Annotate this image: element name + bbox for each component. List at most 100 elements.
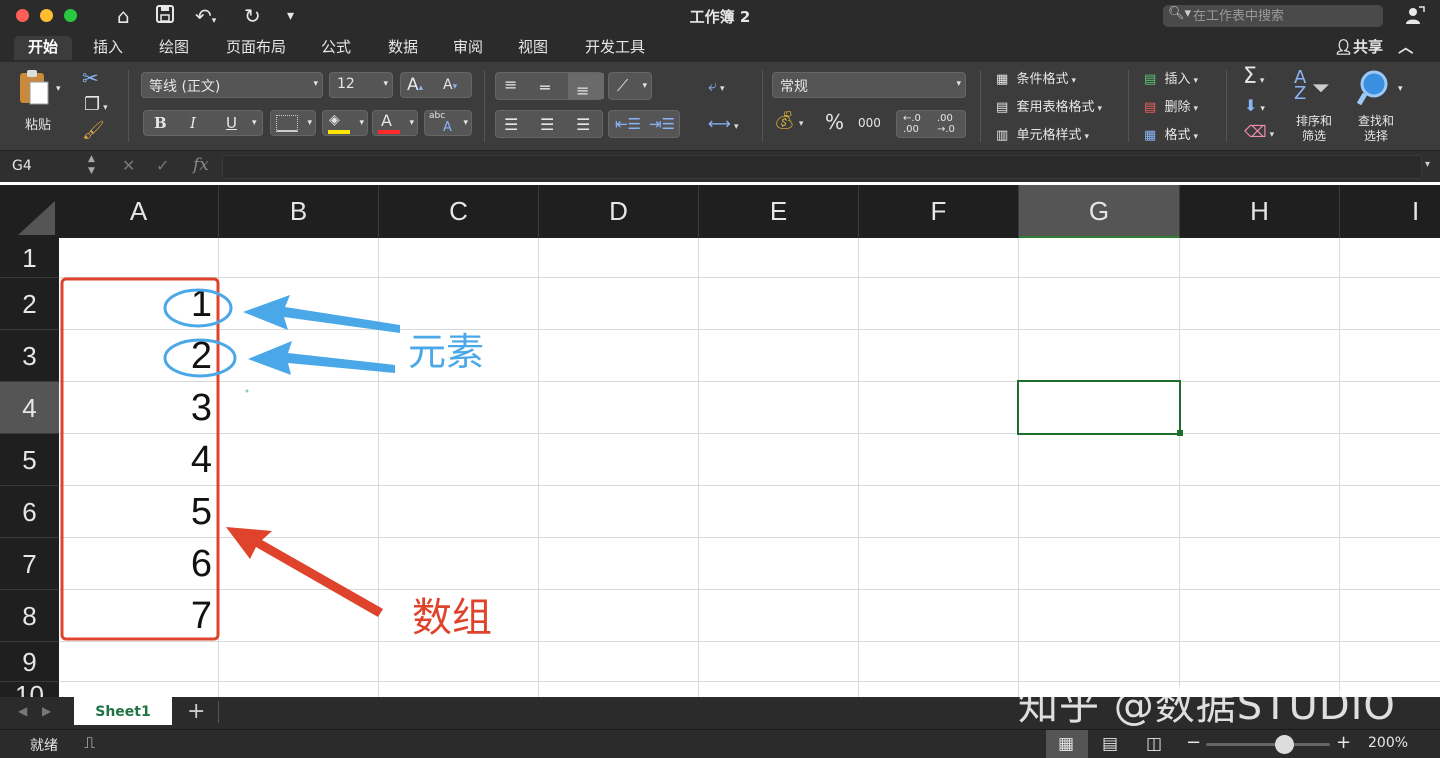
vertical-align-group: ≡ ═ ≡ (495, 72, 604, 100)
autosum-icon[interactable]: Σ ▾ (1243, 64, 1264, 89)
font-color-button[interactable]: A ▾ (372, 110, 418, 136)
merge-center-icon[interactable]: ⟷ ▾ (708, 114, 738, 133)
bold-button[interactable]: B (154, 114, 167, 132)
align-center-icon[interactable]: ☰ (540, 115, 554, 134)
find-select-button[interactable] (1356, 68, 1398, 112)
align-left-icon[interactable]: ☰ (504, 115, 518, 134)
phonetic-button[interactable]: abc A ▾ (424, 110, 472, 136)
tab-home[interactable]: 开始 (14, 36, 72, 60)
paste-dropdown-icon[interactable]: ▾ (56, 84, 61, 94)
zoom-in-button[interactable]: + (1336, 732, 1351, 753)
cut-icon[interactable]: ✂ (82, 66, 99, 90)
ribbon-tab-bar: 开始 插入 绘图 页面布局 公式 数据 审阅 视图 开发工具 👤︎共享 ︿ (0, 32, 1440, 62)
zoom-out-button[interactable]: − (1186, 732, 1201, 753)
formula-input[interactable] (222, 155, 1422, 179)
font-name-select[interactable]: 等线 (正文) ▾ (141, 72, 323, 98)
formula-bar: G4 ▲ ▼ ✕ ✓ fx ▾ (0, 150, 1440, 182)
align-right-icon[interactable]: ☰ (576, 115, 590, 134)
add-sheet-button[interactable]: + (187, 699, 205, 724)
insert-cells-button[interactable]: ▤ 插入 ▾ (1144, 68, 1198, 87)
ribbon-separator (980, 70, 981, 142)
format-cells-button[interactable]: ▦ 格式 ▾ (1144, 124, 1198, 143)
italic-button[interactable]: I (190, 114, 196, 132)
spreadsheet-grid[interactable]: A B C D E F G H I 1 2 3 4 5 6 7 8 9 10 1… (0, 185, 1440, 697)
tab-review[interactable]: 审阅 (442, 36, 494, 60)
increase-indent-icon[interactable]: ⇥☰ (649, 115, 675, 133)
fill-color-button[interactable]: ◈ ▾ (322, 110, 368, 136)
tab-view[interactable]: 视图 (507, 36, 559, 60)
normal-view-button[interactable]: ▦ (1046, 730, 1088, 758)
ribbon-separator (1128, 70, 1129, 142)
prev-sheet-icon[interactable]: ◀ (18, 704, 27, 718)
account-icon[interactable] (1404, 5, 1426, 34)
comma-style-button[interactable]: 000 (858, 116, 881, 130)
font-size-buttons: A▴ A▾ (400, 72, 472, 98)
wrap-text-icon[interactable]: ⤶ ▾ (708, 76, 725, 96)
sheet-tab-sheet1[interactable]: Sheet1 (74, 697, 172, 725)
accounting-format-icon[interactable]: 💰︎ ▾ (773, 110, 803, 131)
page-break-view-icon[interactable]: ◫ (1146, 734, 1162, 754)
collapse-ribbon-icon[interactable]: ︿ (1398, 38, 1413, 56)
copy-icon[interactable]: ❐ ▾ (84, 94, 108, 115)
sort-filter-icon: AZ (1294, 67, 1307, 104)
cancel-icon[interactable]: ✕ (122, 156, 135, 175)
fill-down-icon[interactable]: ⬇ ▾ (1244, 96, 1265, 115)
decrease-decimal-icon[interactable]: .00 →.0 (937, 113, 955, 135)
orientation-icon: ⟋ (617, 76, 629, 95)
decrease-indent-icon[interactable]: ⇤☰ (615, 115, 641, 133)
increase-font-size-icon[interactable]: A▴ (407, 75, 423, 95)
zoom-level[interactable]: 200% (1368, 735, 1408, 751)
insert-function-button[interactable]: fx (193, 155, 209, 175)
percent-style-button[interactable]: % (825, 110, 844, 134)
name-box-stepper-icon[interactable]: ▲ ▼ (88, 153, 95, 177)
align-bottom-icon: ≡ (576, 81, 590, 100)
zoom-slider[interactable] (1206, 743, 1330, 746)
add-person-icon: 👤︎ (1334, 38, 1354, 56)
accessibility-icon[interactable]: ⎍ (84, 733, 95, 753)
sheet-search-input[interactable] (1193, 7, 1378, 25)
enter-check-icon[interactable]: ✓ (156, 156, 169, 175)
tab-data[interactable]: 数据 (377, 36, 429, 60)
table-format-icon: ▤ (996, 100, 1009, 115)
orientation-button[interactable]: ⟋ ▾ (608, 72, 652, 100)
align-middle-icon[interactable]: ═ (540, 78, 550, 97)
clear-eraser-icon[interactable]: ⌫ ▾ (1244, 122, 1274, 141)
sheet-search-box[interactable]: 🔍︎▾ (1163, 5, 1383, 27)
expand-formula-bar-icon[interactable]: ▾ (1425, 159, 1430, 170)
zoom-slider-thumb[interactable] (1275, 735, 1294, 754)
sheet-bar-divider (218, 701, 219, 723)
font-size-select[interactable]: 12 ▾ (329, 72, 393, 98)
title-bar: ⌂ ↶▾ ↻ ▾ 工作簿 2 🔍︎▾ (0, 0, 1440, 32)
search-icon: 🔍︎▾ (1168, 6, 1192, 21)
tab-formulas[interactable]: 公式 (310, 36, 362, 60)
tab-insert[interactable]: 插入 (82, 36, 134, 60)
underline-dropdown-icon[interactable]: ▾ (252, 118, 257, 128)
cell-style-icon: ▥ (996, 128, 1009, 143)
find-dropdown-icon[interactable]: ▾ (1398, 84, 1403, 94)
tab-draw[interactable]: 绘图 (148, 36, 200, 60)
tab-developer[interactable]: 开发工具 (573, 36, 657, 60)
page-layout-view-icon[interactable]: ▤ (1102, 734, 1118, 754)
font-color-icon: A (381, 111, 392, 130)
format-painter-icon[interactable]: 🖌︎ (82, 120, 105, 141)
tab-page-layout[interactable]: 页面布局 (215, 36, 297, 60)
border-button[interactable]: ▾ (270, 110, 316, 136)
element-circle-1 (163, 288, 233, 328)
align-top-icon[interactable]: ≡ (504, 75, 517, 94)
array-annotation-label: 数组 (412, 595, 492, 641)
share-button[interactable]: 👤︎共享 ︿ (1334, 36, 1413, 57)
fill-color-swatch (328, 130, 350, 134)
conditional-format-button[interactable]: ▦ 条件格式 ▾ (996, 68, 1076, 87)
paste-button[interactable] (14, 68, 54, 106)
ribbon: ▾ 粘贴 ✂ ❐ ▾ 🖌︎ 等线 (正文) ▾ 12 ▾ A▴ A▾ B I U … (0, 62, 1440, 150)
cell-styles-button[interactable]: ▥ 单元格样式 ▾ (996, 124, 1089, 143)
increase-decimal-icon[interactable]: ←.0.00 (903, 113, 921, 135)
number-format-select[interactable]: 常规 ▾ (772, 72, 966, 98)
format-as-table-button[interactable]: ▤ 套用表格格式 ▾ (996, 96, 1102, 115)
format-cells-icon: ▦ (1144, 128, 1157, 143)
decrease-font-size-icon[interactable]: A▾ (443, 77, 457, 93)
delete-cells-button[interactable]: ▤ 删除 ▾ (1144, 96, 1198, 115)
underline-button[interactable]: U (226, 114, 237, 132)
fill-bucket-icon: ◈ (329, 112, 340, 128)
next-sheet-icon[interactable]: ▶ (42, 704, 51, 718)
